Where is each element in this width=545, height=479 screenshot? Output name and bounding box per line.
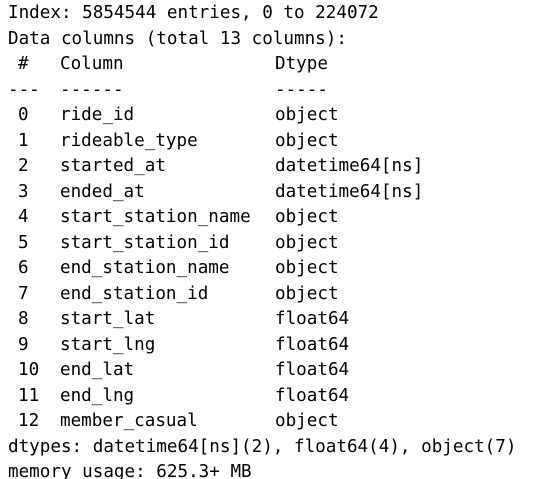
separator-index: ---: [8, 79, 40, 100]
table-row: 6 end_station_name object: [8, 256, 339, 282]
row-index: 3: [18, 181, 29, 202]
row-dtype: object: [275, 130, 339, 151]
row-column-name: rideable_type: [60, 130, 198, 151]
row-index: 7: [18, 283, 29, 304]
row-dtype: object: [275, 411, 339, 431]
table-row: 7 end_station_id object: [8, 282, 339, 308]
row-column-name: end_lat: [60, 360, 135, 380]
row-dtype: object: [275, 232, 339, 253]
table-header-row: # Column Dtype: [8, 52, 328, 78]
table-row: 12 member_casual object: [8, 409, 339, 435]
table-row: 11 end_lng float64: [8, 384, 349, 410]
index-summary-line: Index: 5854544 entries, 0 to 224072: [8, 3, 379, 23]
separator-column: ------: [60, 79, 124, 100]
separator-dtype: -----: [275, 79, 328, 100]
table-row: 2 started_at datetime64[ns]: [8, 154, 423, 180]
row-column-name: start_lat: [60, 309, 156, 329]
row-dtype: object: [275, 105, 339, 125]
table-row: 10 end_lat float64: [8, 358, 349, 384]
row-dtype: datetime64[ns]: [275, 181, 424, 202]
table-row: 4 start_station_name object: [8, 205, 339, 231]
table-row: 9 start_lng float64: [8, 333, 349, 359]
row-column-name: ended_at: [60, 181, 145, 202]
row-dtype: object: [275, 283, 339, 304]
table-row: 3 ended_at datetime64[ns]: [8, 180, 423, 206]
row-index: 10: [18, 360, 40, 380]
row-column-name: member_casual: [60, 411, 198, 431]
row-index: 5: [18, 232, 29, 253]
row-index: 0: [18, 105, 29, 125]
row-column-name: start_station_id: [60, 232, 230, 253]
table-row: 1 rideable_type object: [8, 129, 339, 155]
row-index: 11: [18, 385, 40, 406]
row-dtype: datetime64[ns]: [275, 156, 424, 176]
row-dtype: float64: [275, 360, 350, 380]
row-index: 9: [18, 334, 29, 355]
row-dtype: float64: [275, 309, 350, 329]
header-dtype: Dtype: [275, 54, 328, 74]
dtypes-summary-line: dtypes: datetime64[ns](2), float64(4), o…: [8, 436, 517, 457]
table-row: 0 ride_id object: [8, 103, 339, 129]
row-dtype: object: [275, 207, 339, 227]
row-column-name: ride_id: [60, 105, 135, 125]
row-index: 1: [18, 130, 29, 151]
header-column: Column: [60, 54, 124, 74]
row-column-name: started_at: [60, 156, 166, 176]
row-index: 6: [18, 258, 29, 278]
table-row: 8 start_lat float64: [8, 307, 349, 333]
row-column-name: end_station_id: [60, 283, 209, 304]
row-dtype: float64: [275, 385, 350, 406]
row-index: 8: [18, 309, 29, 329]
columns-summary-line: Data columns (total 13 columns):: [8, 28, 347, 49]
memory-usage-line: memory usage: 625.3+ MB: [8, 462, 252, 479]
row-column-name: end_station_name: [60, 258, 230, 278]
row-column-name: start_station_name: [60, 207, 251, 227]
row-index: 2: [18, 156, 29, 176]
row-column-name: start_lng: [60, 334, 156, 355]
table-row: 5 start_station_id object: [8, 231, 339, 257]
row-dtype: object: [275, 258, 339, 278]
row-column-name: end_lng: [60, 385, 135, 406]
header-index: #: [18, 54, 29, 74]
row-index: 12: [18, 411, 40, 431]
table-separator-row: --- ------ -----: [8, 78, 328, 104]
dataframe-info-output: Index: 5854544 entries, 0 to 224072 Data…: [0, 0, 545, 479]
row-index: 4: [18, 207, 29, 227]
row-dtype: float64: [275, 334, 350, 355]
